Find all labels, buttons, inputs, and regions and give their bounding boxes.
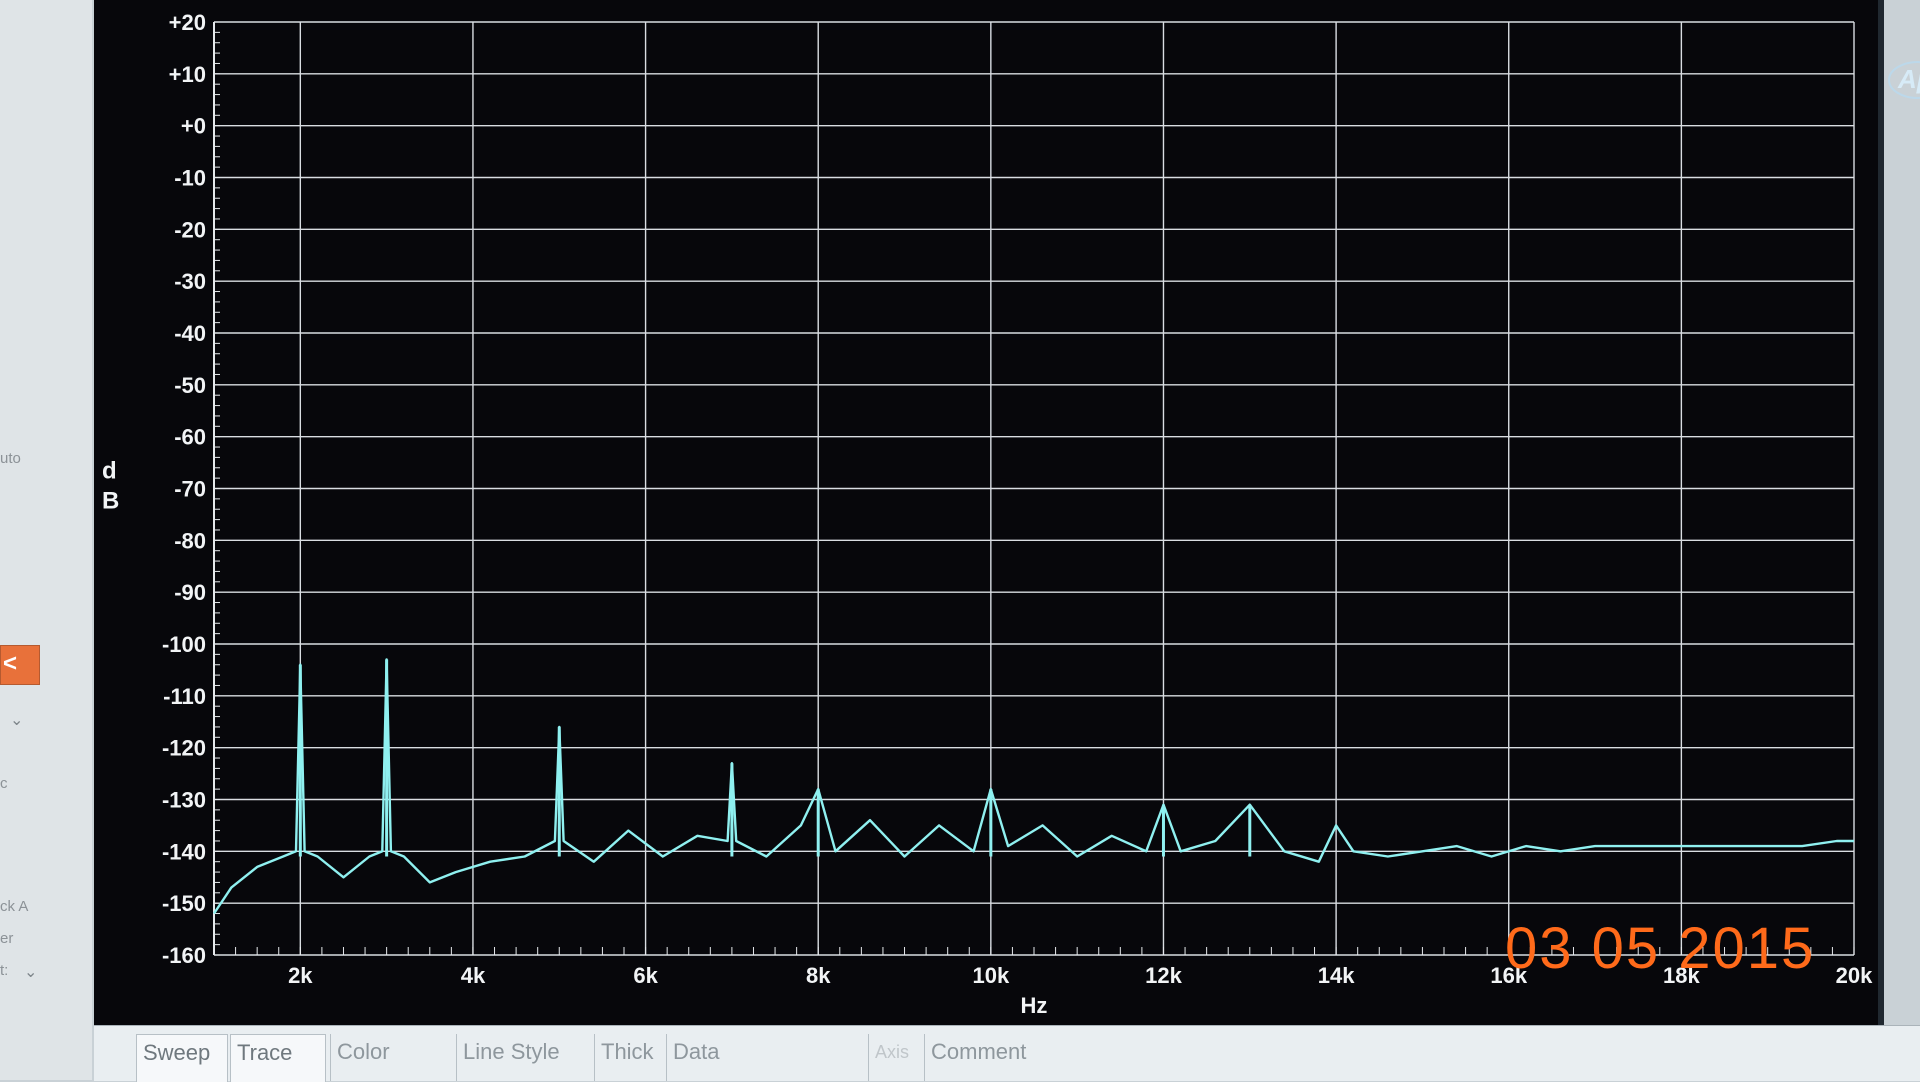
back-arrow-button[interactable]: <	[0, 645, 40, 685]
y-tick-label: +10	[169, 62, 206, 87]
column-trace[interactable]: Trace	[230, 1034, 326, 1082]
y-tick-label: +20	[169, 10, 206, 35]
x-tick-label: 2k	[288, 963, 313, 988]
y-tick-label: -20	[174, 217, 206, 242]
column-line-style[interactable]: Line Style	[456, 1034, 593, 1081]
y-tick-label: -140	[162, 839, 206, 864]
y-tick-label: -10	[174, 166, 206, 191]
x-tick-label: 10k	[972, 963, 1009, 988]
y-tick-label: -90	[174, 580, 206, 605]
date-stamp: 03 05 2015	[1505, 916, 1816, 981]
spectrum-trace	[213, 658, 1854, 915]
column-sweep[interactable]: Sweep	[136, 1034, 228, 1082]
y-tick-label: -150	[162, 891, 206, 916]
ap-logo: Ap	[1886, 58, 1920, 107]
y-tick-label: -80	[174, 528, 206, 553]
arrow-left-icon: <	[3, 650, 18, 677]
x-tick-label: 8k	[806, 963, 831, 988]
chevron-down-icon[interactable]: ⌄	[10, 710, 23, 730]
left-label-fragment: uto	[0, 450, 21, 467]
y-tick-label: -110	[163, 684, 206, 709]
y-tick-label: -100	[162, 632, 206, 657]
graph-panel: +20 +10 +0 -10 -20 -30 -40 -50 -60 -70 -80 -90 -100 -…	[94, 0, 1920, 1025]
left-panel: uto < ⌄ c ck A er t: ⌄	[0, 0, 92, 1080]
left-label-fragment: ck A	[0, 898, 29, 915]
x-tick-label: 14k	[1318, 963, 1355, 988]
y-tick-label: -160	[162, 943, 206, 968]
x-tick-label: 20k	[1836, 963, 1873, 988]
y-tick-label: -130	[162, 788, 206, 813]
x-tick-label: 12k	[1145, 963, 1182, 988]
x-axis-label: Hz	[1021, 993, 1048, 1018]
y-tick-label: -60	[174, 425, 206, 450]
y-tick-label: -70	[174, 477, 206, 502]
left-label-fragment: t:	[0, 962, 9, 979]
chevron-down-icon[interactable]: ⌄	[24, 962, 37, 982]
x-tick-label: 4k	[461, 963, 486, 988]
y-tick-label: -40	[174, 321, 206, 346]
column-data[interactable]: Data	[666, 1034, 869, 1081]
y-tick-label: -120	[162, 736, 206, 761]
column-color[interactable]: Color	[330, 1034, 453, 1081]
left-label-fragment: c	[0, 775, 8, 792]
x-tick-label: 6k	[633, 963, 658, 988]
spectrum-chart: +20 +10 +0 -10 -20 -30 -40 -50 -60 -70 -80 -90 -100 -…	[102, 10, 1873, 1018]
ap-logo-text: Ap	[1897, 64, 1920, 94]
ap-logo-mark: Ap	[1888, 61, 1920, 99]
column-axis[interactable]: Axis	[868, 1034, 923, 1081]
y-axis-label: d	[102, 458, 117, 485]
y-tick-label: +0	[181, 114, 206, 139]
y-axis-label: B	[102, 488, 119, 515]
column-comment[interactable]: Comment	[924, 1034, 1291, 1081]
left-label-fragment: er	[0, 930, 14, 947]
y-tick-label: -50	[174, 373, 206, 398]
column-thick[interactable]: Thick	[594, 1034, 665, 1081]
trace-table-header: Sweep Trace Color Line Style Thick Data …	[94, 1025, 1920, 1082]
y-tick-label: -30	[174, 269, 206, 294]
